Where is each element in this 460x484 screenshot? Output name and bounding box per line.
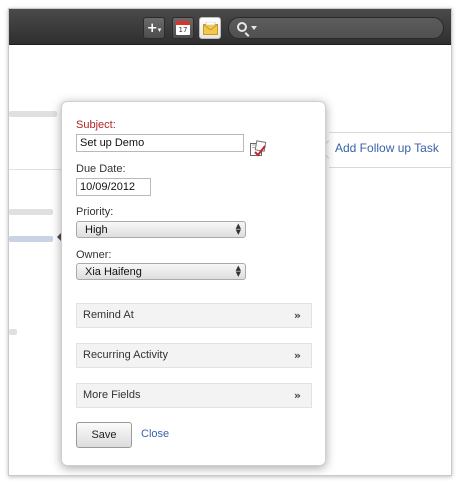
top-toolbar: +▾ 17 [9,9,451,45]
calendar-button[interactable]: 17 [172,17,194,39]
create-new-button[interactable]: +▾ [143,17,165,39]
owner-value: Xia Haifeng [85,266,142,278]
subject-label: Subject: [76,119,116,131]
background-divider [9,169,61,170]
subject-field[interactable] [76,134,244,152]
search-dropdown-caret-icon[interactable] [251,26,257,30]
expand-icon: » [293,389,301,402]
due-date-field[interactable] [76,178,151,196]
close-link[interactable]: Close [141,428,169,440]
more-fields-label: More Fields [83,389,141,401]
follow-up-task-popover: Subject: Due Date: Priority: High ▲▼ Own… [61,101,326,466]
remind-at-label: Remind At [83,309,134,321]
recurring-activity-label: Recurring Activity [83,349,168,361]
save-button[interactable]: Save [76,422,132,448]
expand-icon: » [293,309,301,322]
background-text [9,209,53,215]
select-updown-icon: ▲ ▼ [235,222,241,236]
add-follow-up-task-link[interactable]: Add Follow up Task [335,141,439,155]
background-text [9,329,17,335]
mail-button[interactable] [199,17,221,39]
background-link [9,236,53,242]
priority-select[interactable]: High ▲ ▼ [76,221,246,238]
plus-icon: +▾ [146,20,162,36]
recurring-activity-section[interactable]: Recurring Activity » [76,343,312,368]
envelope-icon [202,21,218,35]
expand-icon: » [293,349,301,362]
more-fields-section[interactable]: More Fields » [76,383,312,408]
search-icon [237,22,247,32]
search-box[interactable] [228,17,444,39]
select-updown-icon: ▲ ▼ [235,264,241,278]
background-text [9,111,57,117]
priority-label: Priority: [76,206,114,218]
owner-select[interactable]: Xia Haifeng ▲ ▼ [76,263,246,280]
owner-label: Owner: [76,249,112,261]
due-date-label: Due Date: [76,163,126,175]
calendar-icon: 17 [176,21,190,35]
app-window: +▾ 17 Add Follow up Task Subject: Set up… [8,8,452,476]
priority-value: High [85,224,108,236]
task-checkbox-icon[interactable] [249,140,267,158]
remind-at-section[interactable]: Remind At » [76,303,312,328]
